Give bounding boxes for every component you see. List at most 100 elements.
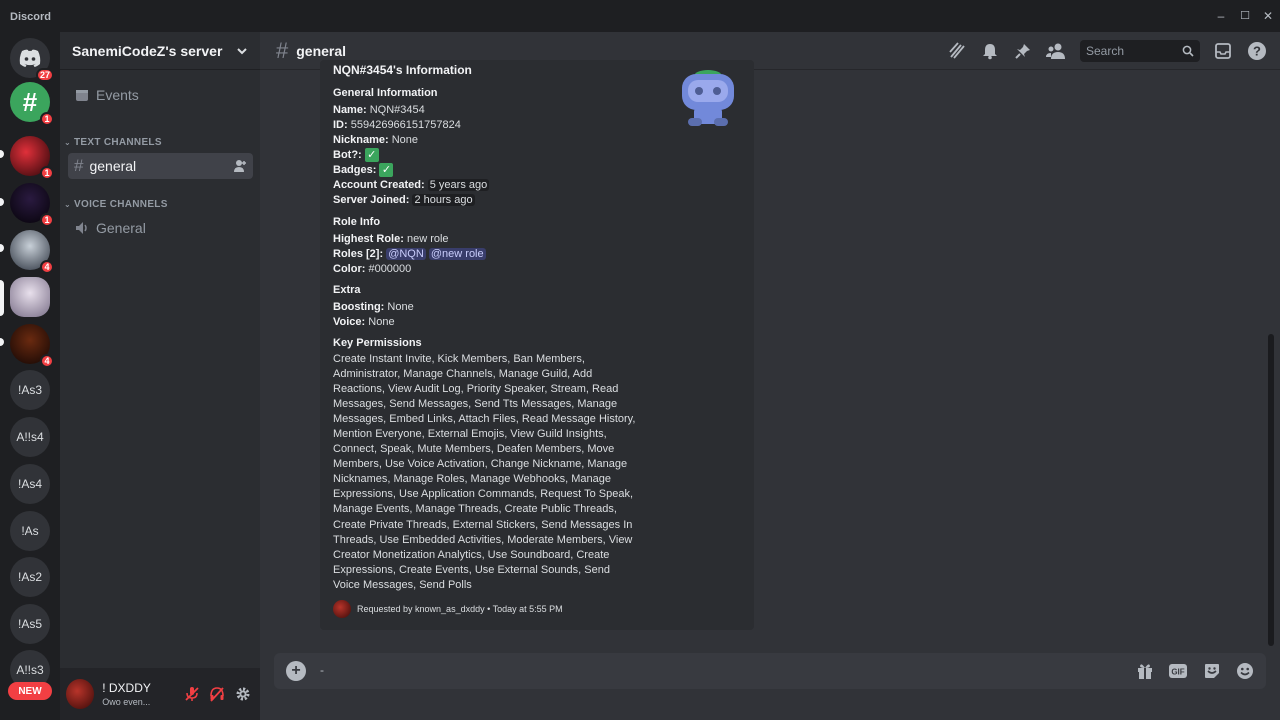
clyde-mascot-icon	[682, 70, 734, 126]
unread-pill	[0, 150, 4, 158]
server-header[interactable]: SanemiCodeZ's server	[60, 32, 260, 70]
add-member-icon[interactable]	[233, 159, 247, 173]
checkmark-icon: ✓	[379, 163, 394, 177]
field-voice: Voice: None	[333, 316, 395, 328]
hash-icon: #	[22, 86, 38, 117]
category-label: TEXT CHANNELS	[74, 137, 162, 148]
server-rail: 27 # 1 1 1 4 4 !As3 A!!s4 !As4 !As !As2 …	[0, 32, 60, 720]
home-unread-badge: 27	[35, 68, 54, 82]
category-label: VOICE CHANNELS	[74, 199, 168, 210]
search-icon	[1182, 45, 1194, 57]
server-icon[interactable]: 1	[10, 183, 54, 227]
hash-icon: #	[276, 37, 289, 63]
server-icon[interactable]: 4	[10, 324, 54, 368]
bell-icon[interactable]	[979, 40, 1001, 62]
username: ! DXDDY	[102, 681, 151, 695]
channel-title: general	[296, 42, 347, 59]
user-status: Owo even...	[102, 697, 151, 707]
headphones-muted-icon[interactable]	[206, 682, 229, 706]
embed-footer: Requested by known_as_dxddy • Today at 5…	[333, 600, 563, 618]
selected-pill	[0, 280, 4, 316]
inbox-icon[interactable]	[1212, 40, 1234, 62]
gift-icon[interactable]	[1135, 661, 1155, 681]
role-heading: Role Info	[333, 216, 381, 228]
field-server-joined: Server Joined: 2 hours ago	[333, 194, 475, 206]
unread-badge: 1	[40, 112, 54, 126]
title-bar: Discord – ☐ ✕	[0, 0, 1280, 32]
unread-pill	[0, 338, 4, 346]
server-icon-selected[interactable]	[10, 277, 50, 317]
server-name: SanemiCodeZ's server	[72, 42, 223, 59]
new-badge[interactable]: NEW	[8, 682, 52, 700]
permissions-list: Create Instant Invite, Kick Members, Ban…	[333, 353, 636, 591]
scrollbar[interactable]	[1268, 334, 1274, 646]
category-text-channels[interactable]: ⌄ TEXT CHANNELS	[64, 137, 162, 148]
unread-badge: 1	[40, 213, 54, 227]
field-nickname: Nickname: None	[333, 134, 418, 146]
svg-text:GIF: GIF	[1171, 668, 1184, 677]
role-mention[interactable]: @NQN	[386, 248, 426, 260]
field-id: ID: 559426966151757824	[333, 119, 461, 131]
category-voice-channels[interactable]: ⌄ VOICE CHANNELS	[64, 199, 168, 210]
events-link[interactable]: Events	[68, 82, 253, 108]
calendar-icon	[76, 90, 88, 101]
pin-icon[interactable]	[1012, 40, 1034, 62]
permissions-heading: Key Permissions	[333, 337, 422, 349]
close-icon[interactable]: ✕	[1262, 10, 1274, 22]
role-mention[interactable]: @new role	[428, 248, 486, 260]
field-name: Name: NQN#3454	[333, 104, 425, 116]
field-boosting: Boosting: None	[333, 301, 414, 313]
threads-icon[interactable]	[946, 40, 968, 62]
gear-icon[interactable]	[231, 682, 254, 706]
field-bot: Bot?: ✓	[333, 148, 379, 163]
field-roles: Roles [2]: @NQN @new role	[333, 248, 486, 260]
server-icon[interactable]: !As4	[10, 464, 50, 504]
server-icon[interactable]: !As5	[10, 604, 50, 644]
sticker-icon[interactable]	[1202, 661, 1222, 681]
channel-general[interactable]: # general	[68, 153, 253, 179]
speaker-icon	[76, 222, 87, 234]
chevron-down-icon	[237, 47, 247, 54]
unread-pill	[0, 198, 4, 206]
server-icon[interactable]: 1	[10, 136, 54, 180]
embed-title: NQN#3454's Information	[333, 63, 472, 77]
members-icon[interactable]	[1045, 40, 1067, 62]
events-label: Events	[96, 87, 139, 103]
plus-icon[interactable]: +	[286, 661, 306, 681]
server-icon[interactable]: # 1	[10, 82, 54, 126]
server-icon[interactable]: !As	[10, 511, 50, 551]
gif-icon[interactable]: GIF	[1168, 661, 1188, 681]
general-heading: General Information	[333, 87, 438, 99]
embed-thumbnail	[676, 66, 740, 130]
field-account-created: Account Created: 5 years ago	[333, 179, 490, 191]
discord-logo-icon	[19, 49, 41, 67]
voice-channel-general[interactable]: General	[68, 215, 253, 241]
chevron-down-icon: ⌄	[64, 200, 72, 209]
message-input[interactable]: -	[320, 663, 324, 677]
hash-icon: #	[74, 156, 84, 175]
footer-text: Requested by known_as_dxddy • Today at 5…	[357, 604, 563, 614]
avatar[interactable]	[66, 679, 95, 709]
user-info-embed: NQN#3454's Information General Informati…	[320, 60, 754, 630]
app-title: Discord	[10, 11, 51, 23]
emoji-icon[interactable]	[1235, 661, 1255, 681]
search-input[interactable]: Search	[1080, 40, 1200, 62]
avatar	[333, 600, 351, 618]
server-icon[interactable]: 4	[10, 230, 54, 274]
mic-muted-icon[interactable]	[180, 682, 203, 706]
help-icon[interactable]: ?	[1246, 40, 1268, 62]
minimize-icon[interactable]: –	[1215, 10, 1227, 22]
field-badges: Badges: ✓	[333, 163, 394, 178]
server-icon[interactable]: A!!s4	[10, 417, 50, 457]
unread-badge: 1	[40, 166, 54, 180]
svg-text:?: ?	[1253, 44, 1261, 59]
maximize-icon[interactable]: ☐	[1239, 10, 1251, 22]
field-highest-role: Highest Role: new role	[333, 233, 449, 245]
message-composer[interactable]: + - GIF	[274, 653, 1266, 689]
home-button[interactable]: 27	[10, 38, 54, 82]
unread-badge: 4	[40, 354, 54, 368]
server-icon[interactable]: !As2	[10, 557, 50, 597]
channel-sidebar: SanemiCodeZ's server Events ⌄ TEXT CHANN…	[60, 32, 260, 720]
channel-label: general	[89, 158, 137, 174]
server-icon[interactable]: !As3	[10, 370, 50, 410]
